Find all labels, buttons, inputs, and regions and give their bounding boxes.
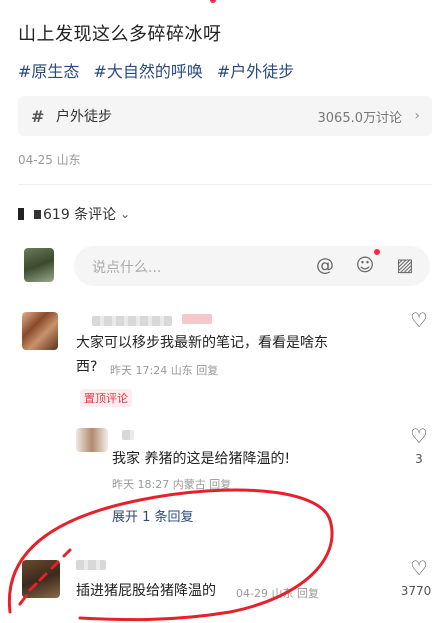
- annotation-circle: [7, 488, 334, 622]
